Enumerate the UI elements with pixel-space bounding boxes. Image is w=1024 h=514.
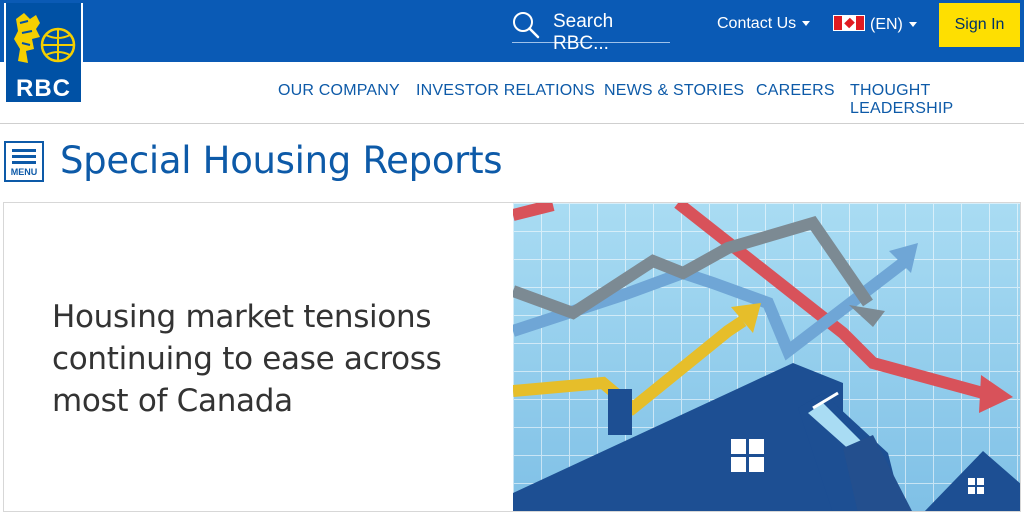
contact-us-dropdown[interactable]: Contact Us — [717, 15, 811, 33]
page-title: Special Housing Reports — [60, 139, 503, 182]
canada-flag-icon — [833, 15, 865, 31]
search-input[interactable]: Search RBC... — [553, 11, 670, 55]
top-bar: RBC Search RBC... Contact Us (EN) Sign I… — [0, 0, 1024, 104]
contact-us-label: Contact Us — [717, 15, 797, 32]
nav-item-investor-relations[interactable]: INVESTOR RELATIONS — [416, 82, 595, 100]
chevron-down-icon — [908, 22, 917, 28]
nav-item-our-company[interactable]: OUR COMPANY — [278, 82, 400, 100]
hamburger-icon — [12, 149, 36, 152]
search-icon[interactable] — [512, 11, 540, 39]
main-nav: OUR COMPANY INVESTOR RELATIONS NEWS & ST… — [0, 62, 1024, 124]
chevron-down-icon — [802, 21, 811, 27]
hero-headline[interactable]: Housing market tensions continuing to ea… — [52, 296, 492, 422]
menu-label: MENU — [10, 167, 38, 177]
language-label: (EN) — [870, 16, 903, 33]
nav-item-careers[interactable]: CAREERS — [756, 82, 835, 100]
rbc-logo[interactable]: RBC — [4, 3, 83, 104]
rising-and-falling-arrows-over-houses-illustration — [513, 203, 1020, 511]
language-selector[interactable]: (EN) — [833, 15, 917, 34]
nav-item-news-stories[interactable]: NEWS & STORIES — [604, 82, 744, 100]
sign-in-button[interactable]: Sign In — [939, 3, 1020, 47]
hero-card[interactable]: Housing market tensions continuing to ea… — [3, 202, 1021, 512]
nav-item-thought-leadership[interactable]: THOUGHT LEADERSHIP — [850, 82, 1024, 118]
search-field[interactable]: Search RBC... — [512, 7, 670, 54]
menu-button[interactable]: MENU — [4, 141, 44, 182]
logo-text: RBC — [16, 75, 71, 102]
lion-globe-icon — [14, 13, 76, 63]
